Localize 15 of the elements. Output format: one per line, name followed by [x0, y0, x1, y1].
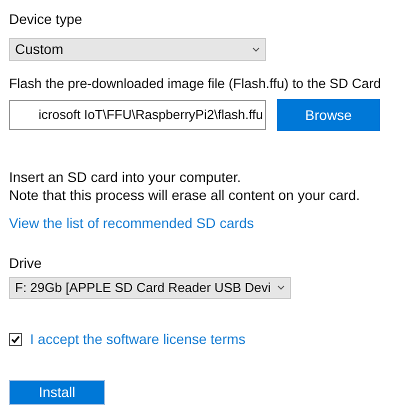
drive-dropdown[interactable]: F: 29Gb [APPLE SD Card Reader USB Devi	[9, 277, 291, 299]
path-field[interactable]: icrosoft IoT\FFU\RaspberryPi2\flash.ffu	[9, 100, 266, 130]
browse-button[interactable]: Browse	[277, 99, 380, 131]
install-button[interactable]: Install	[9, 380, 105, 405]
device-type-label: Device type	[9, 10, 84, 28]
flash-label: Flash the pre-downloaded image file (Flash.ffu) to the SD Card	[9, 75, 382, 93]
caret-icon	[252, 47, 260, 52]
device-type-dropdown[interactable]: Custom	[9, 38, 266, 61]
instruction-text: Note that this process will erase all content on your card.	[9, 186, 361, 204]
license-label[interactable]: I accept the software license terms	[30, 328, 246, 350]
license-checkbox[interactable]	[9, 332, 22, 346]
instruction-text: Insert an SD card into your computer.	[9, 168, 242, 186]
recommended-sd-cards-link[interactable]: View the list of recommended SD cards	[9, 214, 254, 232]
drive-label: Drive	[9, 254, 43, 272]
caret-icon	[277, 285, 285, 290]
